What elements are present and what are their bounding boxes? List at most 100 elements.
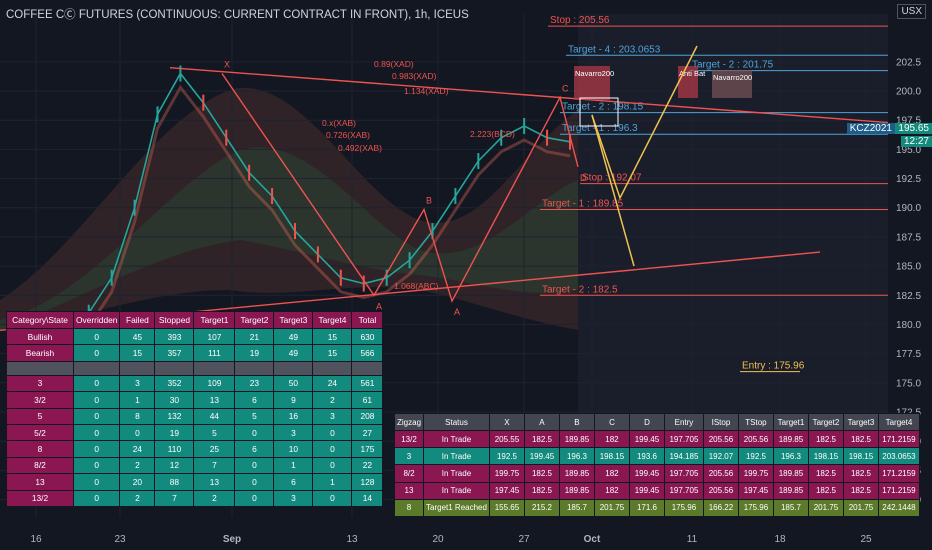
stats-cell: 5/2 [6, 423, 74, 442]
stats-header: Category\State [6, 311, 74, 329]
stats-cell: 50 [273, 374, 314, 393]
stats-cell: 20 [119, 473, 156, 491]
level-label: Target - 1 : 189.85 [542, 198, 624, 209]
y-tick-label: 175.0 [896, 378, 921, 389]
stats-cell: 7 [154, 489, 195, 507]
stats-cell: 88 [154, 473, 195, 491]
zigzag-cell: 196.3 [772, 447, 809, 466]
stats-cell: 45 [119, 327, 156, 346]
x-tick-label: 13 [346, 534, 358, 545]
table-row: 8/2 In Trade 199.75 182.5 189.85 182 199.45 197… [393, 464, 920, 483]
x-tick-label: 23 [114, 534, 126, 545]
zigzag-cell: 182 [593, 481, 630, 500]
zigzag-header: Status [423, 413, 490, 431]
zigzag-cell: 199.45 [628, 464, 665, 483]
zigzag-header: TStop [737, 413, 774, 431]
stats-separator [234, 360, 275, 376]
stats-cell: Bullish [6, 327, 74, 346]
x-tick-label: 25 [860, 534, 872, 545]
currency-selector[interactable]: USX [897, 4, 926, 19]
stats-separator [193, 360, 236, 376]
stats-cell: 2 [119, 456, 156, 475]
zigzag-cell: 194.185 [663, 447, 704, 466]
stats-cell: 49 [273, 327, 314, 346]
stats-cell: 393 [154, 327, 195, 346]
x-tick-label: 18 [774, 534, 786, 545]
stats-separator [119, 360, 156, 376]
x-tick-label: 16 [30, 534, 42, 545]
stats-cell: 561 [351, 374, 384, 393]
zigzag-cell: 8/2 [393, 464, 425, 483]
stats-cell: 3 [6, 374, 74, 393]
stats-cell: 2 [193, 489, 236, 507]
zigzag-cell: 201.75 [807, 498, 844, 517]
y-tick-label: 200.0 [896, 87, 921, 98]
zigzag-cell: 13 [393, 481, 425, 500]
zigzag-cell: 198.15 [842, 447, 879, 466]
ratio-annotation: 0.492(XAB) [338, 143, 382, 153]
stats-cell: 132 [154, 407, 195, 425]
ratio-annotation: 2.223(BCD) [470, 129, 515, 139]
zigzag-cell: 196.3 [558, 447, 595, 466]
zigzag-cell: 201.75 [593, 498, 630, 517]
table-row: 8 Target1 Reached 155.65 215.2 185.7 201.75 17… [393, 498, 920, 517]
stats-cell: 0 [72, 473, 121, 491]
stats-cell: 13 [193, 473, 236, 491]
stats-cell: 9 [273, 391, 314, 409]
zigzag-cell: 242.1448 [877, 498, 920, 517]
stats-cell: 19 [154, 423, 195, 442]
zigzag-header: IStop [702, 413, 739, 431]
zigzag-cell: 3 [393, 447, 425, 466]
stats-cell: 352 [154, 374, 195, 393]
stats-cell: 208 [351, 407, 384, 425]
stats-header: Target4 [312, 311, 353, 329]
stats-cell: 7 [193, 456, 236, 475]
zigzag-cell: 192.5 [737, 447, 774, 466]
stats-separator [154, 360, 195, 376]
stats-table: Category\State Overridden Failed Stopped Tar… [6, 311, 384, 507]
stats-cell: 175 [351, 440, 384, 458]
zigzag-cell: 182.5 [807, 481, 844, 500]
pattern-box-label: Navarro200 [713, 73, 752, 82]
stats-header: Overridden [72, 311, 121, 329]
stats-cell: 0 [234, 473, 275, 491]
zigzag-cell: 175.96 [737, 498, 774, 517]
symbol-tag: KCZ2021 [846, 123, 895, 134]
stats-separator [312, 360, 353, 376]
zigzag-cell: In Trade [423, 429, 490, 449]
pattern-point-label: B [426, 195, 432, 205]
stats-cell: 49 [273, 344, 314, 362]
zigzag-cell: 185.7 [772, 498, 809, 517]
stats-cell: 111 [193, 344, 236, 362]
level-label: Entry : 175.96 [742, 361, 805, 372]
zigzag-cell: 189.85 [558, 429, 595, 449]
stats-cell: 566 [351, 344, 384, 362]
pattern-point-label: A [454, 307, 460, 317]
stats-cell: 25 [193, 440, 236, 458]
level-label: Target - 2 : 182.5 [542, 284, 618, 295]
stats-cell: 21 [234, 327, 275, 346]
zigzag-cell: 171.6 [628, 498, 665, 517]
stats-cell: 23 [234, 374, 275, 393]
zigzag-header: Target3 [842, 413, 879, 431]
stats-header: Stopped [154, 311, 195, 329]
stats-cell: 109 [193, 374, 236, 393]
x-tick-label: Oct [584, 534, 601, 545]
zigzag-cell: 171.2159 [877, 464, 920, 483]
zigzag-header: D [628, 413, 665, 431]
stats-header: Total [351, 311, 384, 329]
stats-cell: 12 [154, 456, 195, 475]
stats-cell: 27 [351, 423, 384, 442]
zigzag-cell: 199.75 [737, 464, 774, 483]
zigzag-cell: 205.56 [702, 481, 739, 500]
stats-cell: 44 [193, 407, 236, 425]
y-tick-label: 185.0 [896, 262, 921, 273]
stats-cell: 0 [72, 374, 121, 393]
stats-cell: 107 [193, 327, 236, 346]
stats-cell: 13 [193, 391, 236, 409]
zigzag-cell: 199.45 [628, 429, 665, 449]
zigzag-cell: 182 [593, 464, 630, 483]
stats-cell: 5 [234, 407, 275, 425]
ratio-annotation: 0.726(XAB) [326, 130, 370, 140]
ratio-annotation: 0.983(XAD) [392, 71, 437, 81]
